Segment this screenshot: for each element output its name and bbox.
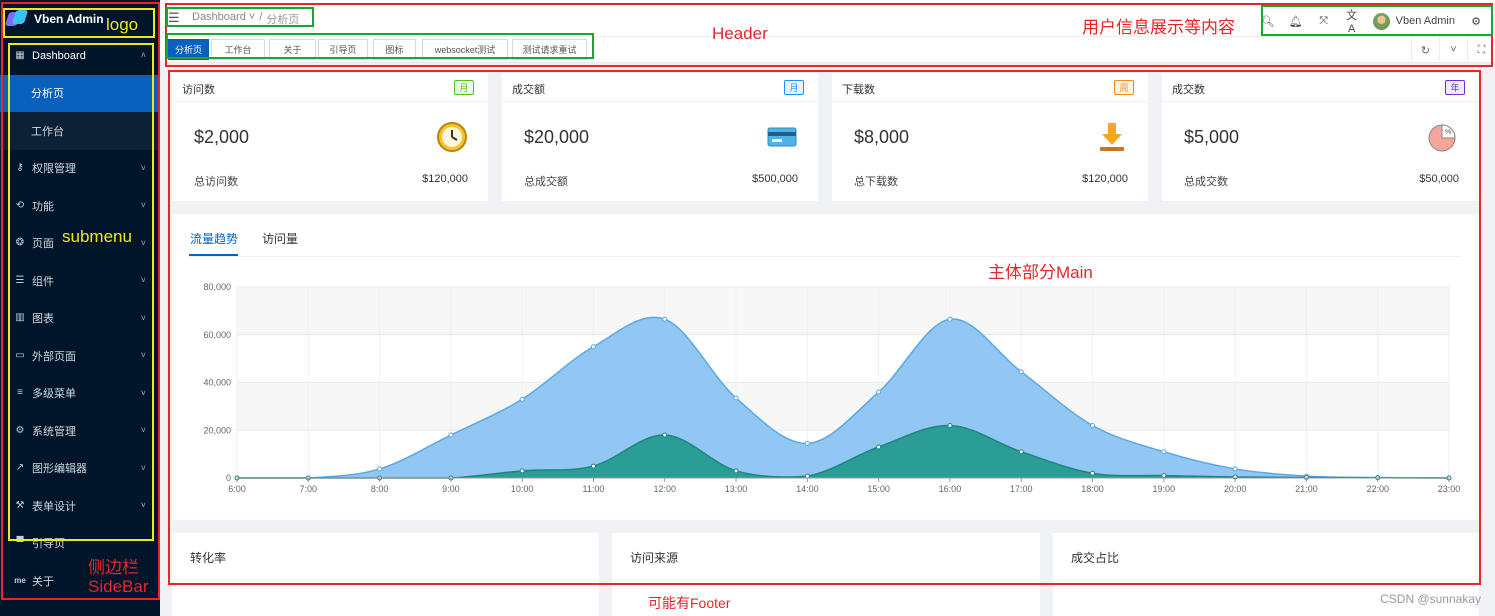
footer-annotation-label: 可能有Footer: [648, 595, 731, 611]
watermark: CSDN @sunnakay: [1380, 592, 1481, 606]
main-annotation-box: [168, 70, 1481, 585]
user-info-annotation-box: [1261, 5, 1493, 36]
breadcrumb-annotation-box: [166, 7, 314, 27]
sidebar-annotation-label: 侧边栏: [88, 558, 139, 577]
main-annotation-label: 主体部分Main: [988, 263, 1093, 282]
sidebar-annotation-box: [1, 2, 160, 600]
user-info-annotation-label: 用户信息展示等内容: [1082, 18, 1235, 37]
header-annotation-label: Header: [712, 24, 768, 43]
sidebar-annotation-label-en: SideBar: [88, 577, 149, 596]
tabs-annotation-box: [166, 33, 594, 59]
